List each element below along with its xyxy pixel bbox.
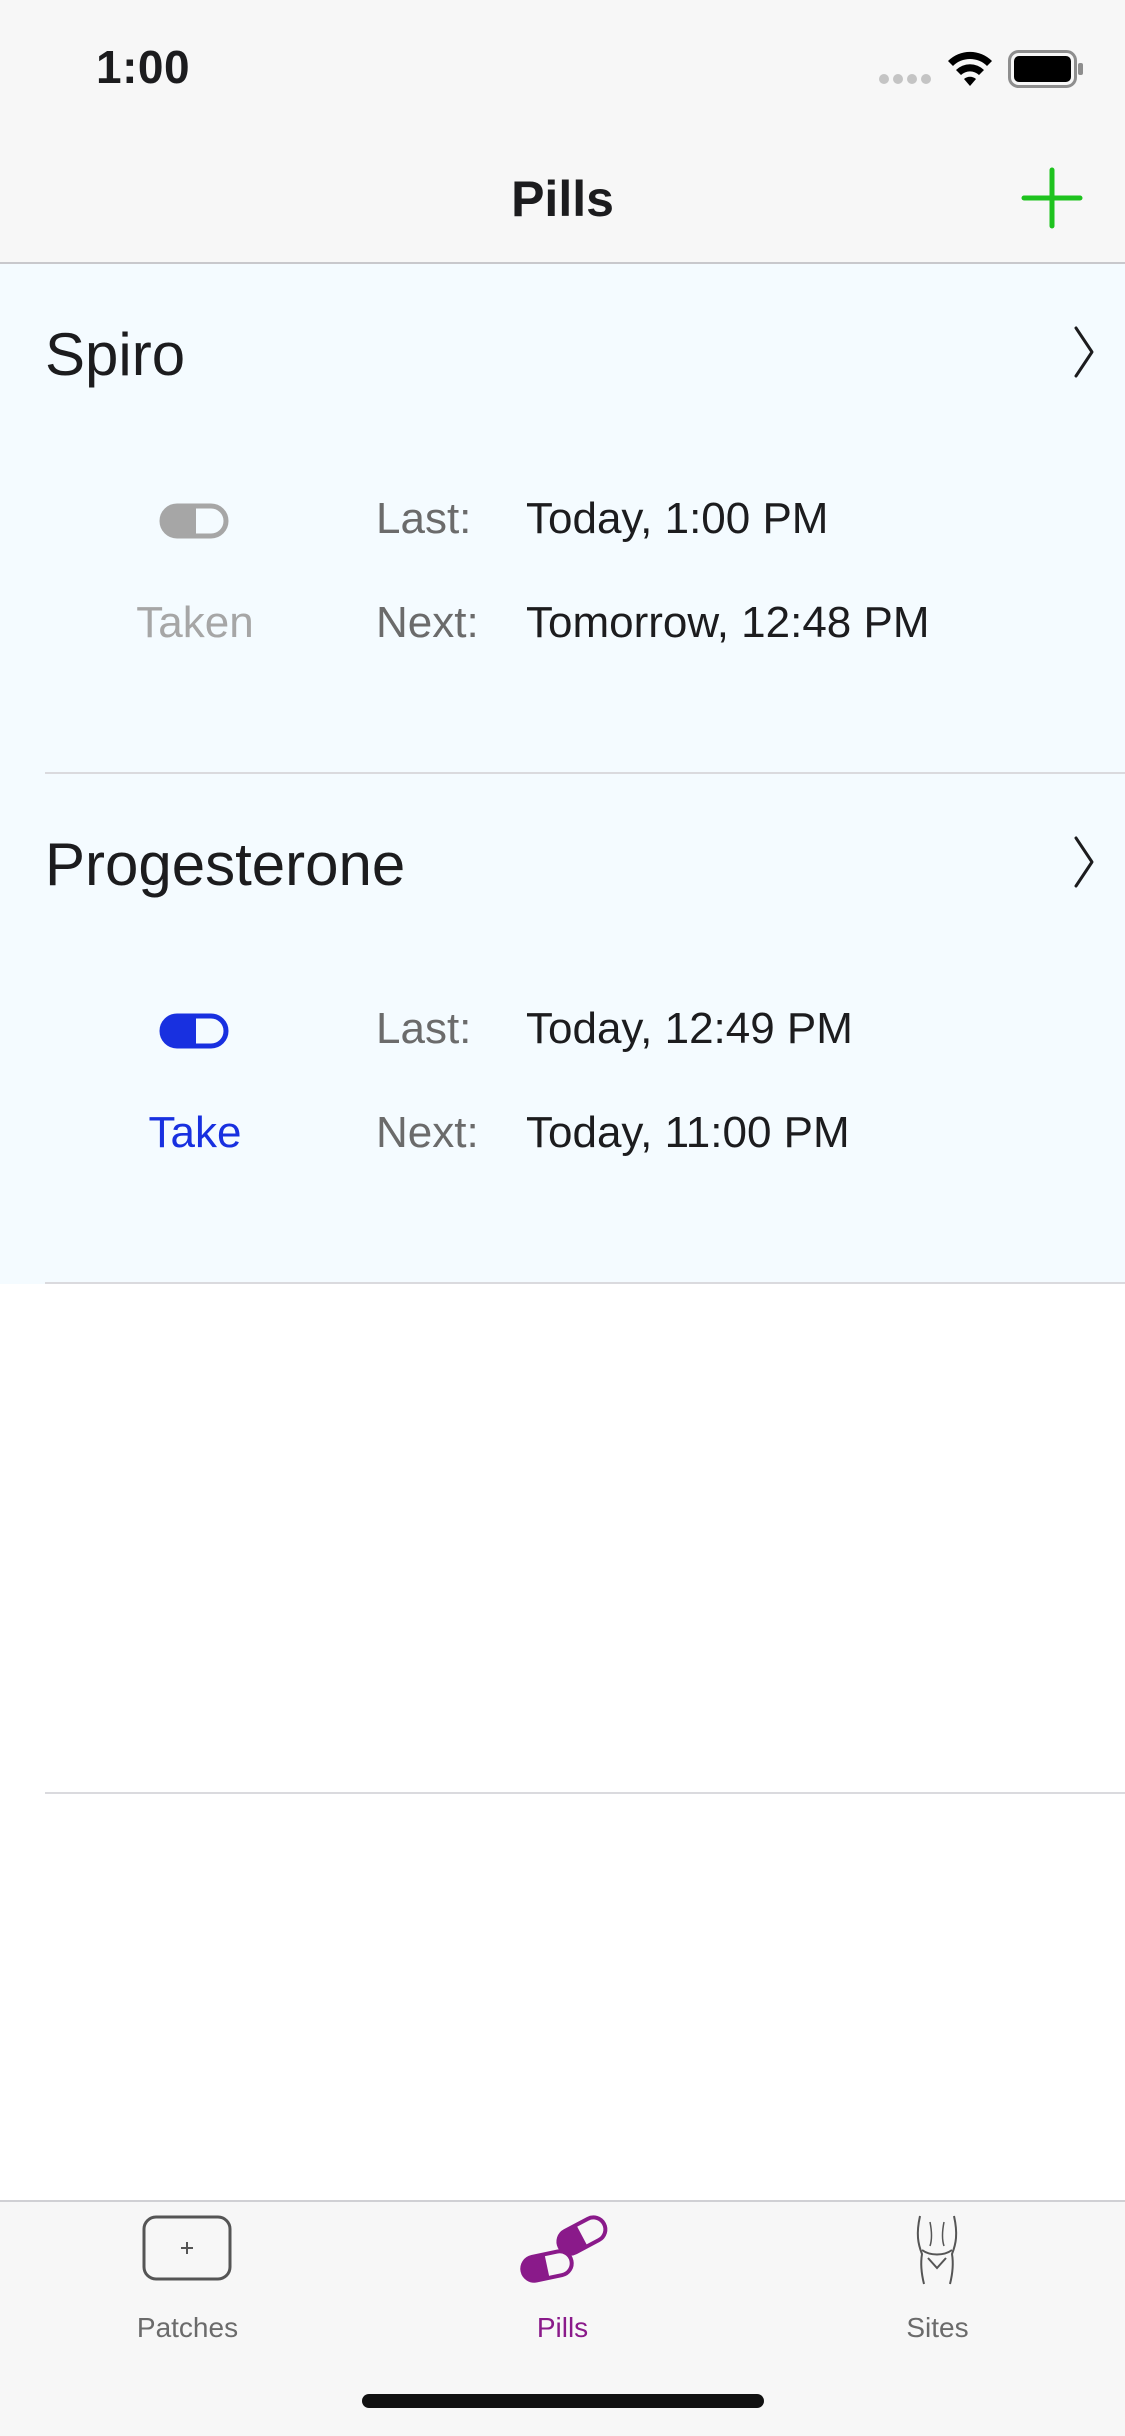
chevron-right-icon bbox=[1074, 836, 1094, 888]
status-time: 1:00 bbox=[96, 41, 191, 93]
last-label: Last: bbox=[376, 1004, 472, 1053]
pills-screen: 1:00 Pills Spiro Taken Last: Today, 1:00… bbox=[0, 0, 1125, 2436]
status-bar: 1:00 bbox=[0, 0, 1125, 132]
last-value: Today, 12:49 PM bbox=[526, 1004, 853, 1053]
wifi-icon bbox=[948, 51, 992, 86]
tab-sites[interactable]: Sites bbox=[750, 2202, 1125, 2352]
tab-label: Sites bbox=[906, 2312, 969, 2343]
last-label: Last: bbox=[376, 494, 472, 543]
patch-icon bbox=[142, 2215, 232, 2281]
pill-capsule-icon bbox=[159, 1013, 229, 1049]
navigation-bar: Pills bbox=[0, 132, 1125, 264]
last-value: Today, 1:00 PM bbox=[526, 494, 829, 543]
home-indicator bbox=[362, 2394, 764, 2408]
tab-patches[interactable]: Patches bbox=[0, 2202, 375, 2352]
taken-button[interactable]: Taken bbox=[95, 598, 295, 648]
battery-icon bbox=[1008, 50, 1083, 88]
cell-divider bbox=[45, 1282, 1125, 1284]
tab-pills[interactable]: Pills bbox=[375, 2202, 750, 2352]
pill-name: Progesterone bbox=[45, 831, 406, 898]
take-button[interactable]: Take bbox=[95, 1108, 295, 1158]
pill-cell-spiro[interactable]: Spiro Taken Last: Today, 1:00 PM Next: T… bbox=[0, 264, 1125, 774]
body-sites-icon bbox=[916, 2215, 958, 2285]
next-value: Today, 11:00 PM bbox=[526, 1108, 850, 1157]
tab-label: Pills bbox=[536, 2312, 589, 2343]
plus-icon[interactable] bbox=[1018, 164, 1086, 232]
pill-cell-progesterone[interactable]: Progesterone Take Last: Today, 12:49 PM … bbox=[0, 774, 1125, 1284]
empty-row-divider bbox=[45, 1792, 1125, 1794]
page-title: Pills bbox=[511, 171, 614, 227]
tab-label: Patches bbox=[136, 2312, 239, 2343]
chevron-right-icon bbox=[1074, 326, 1094, 378]
pill-capsule-icon bbox=[159, 503, 229, 539]
next-label: Next: bbox=[376, 598, 479, 647]
next-value: Tomorrow, 12:48 PM bbox=[526, 598, 930, 647]
pills-icon bbox=[520, 2215, 608, 2283]
next-label: Next: bbox=[376, 1108, 479, 1157]
pill-name: Spiro bbox=[45, 321, 186, 388]
cellular-signal-icon bbox=[879, 74, 931, 84]
